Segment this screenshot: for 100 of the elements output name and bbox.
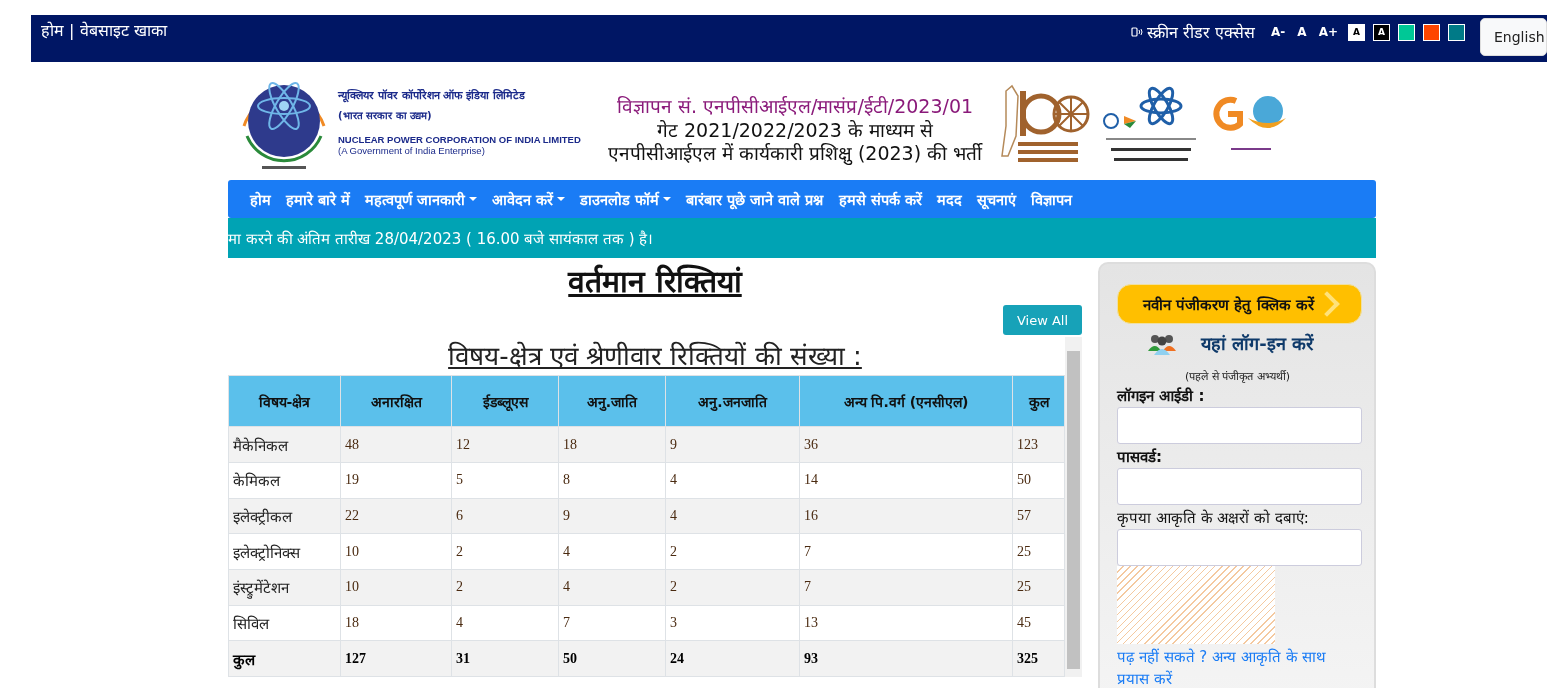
organization-name: न्यूक्लियर पॉवर कॉर्पोरेशन ऑफ इंडिया लिमिटेड <box>338 87 527 102</box>
table-cell: 22 <box>340 498 452 534</box>
font-size-button[interactable]: A- <box>1269 25 1288 39</box>
recruitment-title: गेट 2021/2022/2023 के माध्यम से <box>656 119 934 142</box>
login-note: (पहले से पंजीकृत अभ्यर्थी) <box>1183 369 1292 383</box>
input-field[interactable] <box>1117 468 1362 505</box>
table-cell: 4 <box>665 462 800 499</box>
scrollbar[interactable] <box>1065 337 1082 677</box>
nav-item[interactable]: होम <box>250 189 271 209</box>
table-cell: 25 <box>1012 533 1065 570</box>
nav-item[interactable]: सूचनाएं <box>976 189 1016 209</box>
nav-item[interactable]: आवेदन करें <box>492 189 566 209</box>
table-cell: 45 <box>1012 605 1065 641</box>
organization-name: NUCLEAR POWER CORPORATION OF INDIA LIMITED <box>338 133 582 145</box>
table-cell: 31 <box>451 640 559 677</box>
table-cell: 7 <box>799 533 1013 570</box>
table-cell: 24 <box>665 640 800 677</box>
language-button[interactable]: English <box>1480 18 1547 56</box>
table-cell: 13 <box>799 605 1013 641</box>
table-cell: 9 <box>558 498 666 534</box>
table-cell: 50 <box>1012 462 1065 499</box>
font-size-button[interactable]: A+ <box>1316 25 1340 39</box>
table-cell: 4 <box>558 533 666 570</box>
column-header: अनु.जनजाति <box>665 375 800 427</box>
table-cell: 9 <box>665 426 800 463</box>
theme-button[interactable] <box>1398 23 1415 41</box>
scrollbar-thumb[interactable] <box>1067 351 1080 669</box>
nav-item[interactable]: बारंबार पूछे जाने वाले प्रश्न <box>686 189 824 209</box>
theme-button[interactable] <box>1448 23 1465 41</box>
reload-captcha-link[interactable]: पढ़ नहीं सकते ? अन्य आकृति के साथ प्रयास करें <box>1117 646 1358 688</box>
recruitment-title: एनपीसीआईएल में कार्यकारी प्रशिक्षु (2023) की भर्ती <box>606 142 984 165</box>
table-cell: सिविल <box>228 605 341 641</box>
ticker-text: मा करने की अंतिम तारीख 28/04/2023 ( 16.00 बजे सायंकाल तक ) है। <box>228 229 654 248</box>
table-cell: 5 <box>451 462 559 499</box>
table-cell: कुल <box>228 640 341 677</box>
nav-item[interactable]: हमसे संपर्क करें <box>838 189 922 209</box>
table-cell: 57 <box>1012 498 1065 534</box>
speaker-icon <box>1130 26 1143 38</box>
input-field[interactable] <box>1117 529 1362 566</box>
column-header: अन्य पि.वर्ग (एनसीएल) <box>799 375 1013 427</box>
table-cell: इंस्ट्रुमेंटेशन <box>228 569 341 606</box>
table-cell: 2 <box>451 569 559 606</box>
home-link[interactable]: होम | वेबसाइट खाका <box>41 19 167 41</box>
table-cell: केमिकल <box>228 462 341 499</box>
table-cell: 2 <box>665 569 800 606</box>
table-cell: 93 <box>799 640 1013 677</box>
table-cell: 48 <box>340 426 452 463</box>
column-header: कुल <box>1012 375 1065 427</box>
table-cell: 6 <box>451 498 559 534</box>
table-cell: 4 <box>558 569 666 606</box>
table-cell: 3 <box>665 605 800 641</box>
nav-item[interactable]: विज्ञापन <box>1030 189 1072 209</box>
table-cell: 10 <box>340 533 452 570</box>
table-cell: 325 <box>1012 640 1065 677</box>
table-cell: 10 <box>340 569 452 606</box>
table-cell: 4 <box>665 498 800 534</box>
table-cell: 18 <box>340 605 452 641</box>
table-cell: 8 <box>558 462 666 499</box>
nav-item[interactable]: महत्वपूर्ण जानकारी <box>365 189 478 209</box>
table-cell: 7 <box>799 569 1013 606</box>
screen-reader-link[interactable]: स्क्रीन रीडर एक्सेस <box>1146 21 1256 43</box>
table-cell: 2 <box>665 533 800 570</box>
field-label: पासवर्ड: <box>1117 447 1163 466</box>
table-title: विषय-क्षेत्र एवं श्रेणीवार रिक्तियों की संख्या : <box>447 340 863 373</box>
table-cell: 123 <box>1012 426 1065 463</box>
table-cell: 14 <box>799 462 1013 499</box>
column-header: ईडब्लूएस <box>451 375 559 427</box>
nav-item[interactable]: हमारे बारे में <box>286 189 351 209</box>
register-button[interactable]: नवीन पंजीकरण हेतु क्लिक करें <box>1117 284 1362 324</box>
column-header: अनु.जाति <box>558 375 666 427</box>
view-all-button[interactable]: View All <box>1003 305 1082 335</box>
field-label: कृपया आकृति के अक्षरों को दबाएं: <box>1117 508 1310 527</box>
table-cell: मैकेनिकल <box>228 426 341 463</box>
table-cell: 127 <box>340 640 452 677</box>
table-cell: 18 <box>558 426 666 463</box>
table-cell: 2 <box>451 533 559 570</box>
theme-button[interactable]: A <box>1348 23 1365 41</box>
table-cell: इलेक्ट्रोनिक्स <box>228 533 341 570</box>
font-size-button[interactable]: A <box>1295 25 1309 39</box>
theme-button[interactable] <box>1423 23 1440 41</box>
column-header: अनारक्षित <box>340 375 452 427</box>
table-cell: 4 <box>451 605 559 641</box>
table-cell: 36 <box>799 426 1013 463</box>
input-field[interactable] <box>1117 407 1362 444</box>
table-cell: 16 <box>799 498 1013 534</box>
organization-subtitle: (A Government of India Enterprise) <box>338 144 486 156</box>
table-cell: 50 <box>558 640 666 677</box>
table-cell: 25 <box>1012 569 1065 606</box>
organization-subtitle: (भारत सरकार का उद्यम) <box>338 108 433 122</box>
table-cell: इलेक्ट्रीकल <box>228 498 341 534</box>
theme-button[interactable]: A <box>1373 23 1390 41</box>
field-label: लॉगइन आईडी : <box>1117 386 1206 405</box>
nav-item[interactable]: डाउनलोड फॉर्म <box>580 189 672 209</box>
nav-item[interactable]: मदद <box>936 189 962 209</box>
column-header: विषय-क्षेत्र <box>228 375 341 427</box>
page-heading: वर्तमान रिक्तियां <box>566 263 744 301</box>
advertisement-number: विज्ञापन सं. एनपीसीआईएल/मासंप्र/ईटी/2023/01 <box>615 94 975 119</box>
login-title: यहां लॉग-इन करें <box>1201 332 1313 355</box>
table-cell: 7 <box>558 605 666 641</box>
table-cell: 19 <box>340 462 452 499</box>
